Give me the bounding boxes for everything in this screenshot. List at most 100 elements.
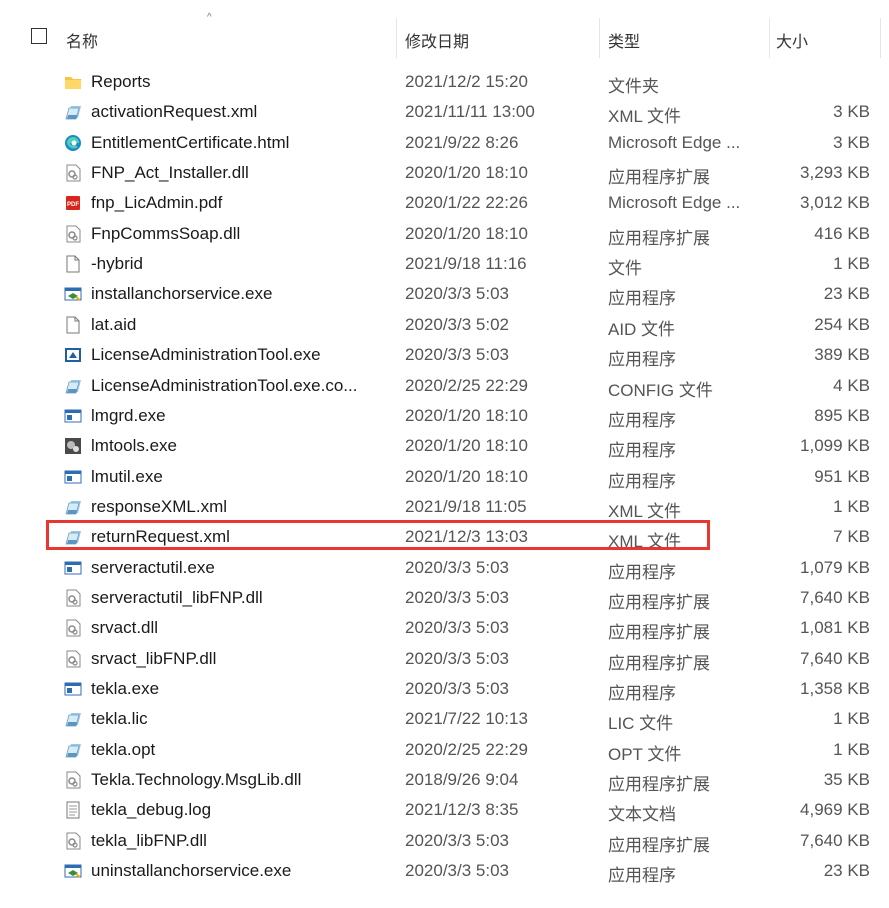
file-size: 951 KB [814, 466, 870, 486]
column-header-size[interactable]: 大小 [776, 28, 808, 52]
file-row[interactable]: lmtools.exe 2020/1/20 18:10 应用程序 1,099 KB [0, 431, 889, 461]
exe-icon [64, 680, 82, 698]
file-row[interactable]: serveractutil.exe 2020/3/3 5:03 应用程序 1,079 … [0, 553, 889, 583]
file-name: srvact.dll [91, 618, 159, 638]
file-date: 2020/1/20 18:10 [405, 223, 528, 243]
file-name: tekla.opt [91, 739, 156, 759]
file-type: 应用程序 [608, 866, 676, 886]
blank-file-icon [64, 255, 82, 273]
file-date: 2021/9/18 11:16 [405, 254, 527, 274]
file-size: 3 KB [833, 102, 870, 122]
file-date: 2018/9/26 9:04 [405, 770, 519, 790]
file-size: 3 KB [833, 132, 870, 152]
edge-icon [64, 134, 82, 152]
xml-file-icon [64, 528, 82, 546]
file-name: LicenseAdministrationTool.exe [91, 345, 321, 365]
file-name: FnpCommsSoap.dll [91, 223, 241, 243]
column-divider[interactable] [880, 18, 881, 58]
file-row[interactable]: tekla.opt 2020/2/25 22:29 OPT 文件 1 KB [0, 735, 889, 765]
file-type: 应用程序 [608, 562, 676, 582]
file-row[interactable]: lmgrd.exe 2020/1/20 18:10 应用程序 895 KB [0, 401, 889, 431]
file-type: Microsoft Edge ... [608, 193, 741, 213]
dll-icon [64, 832, 82, 850]
file-size: 4,969 KB [800, 800, 870, 820]
blank-file-icon [64, 316, 82, 334]
file-row[interactable]: Reports 2021/12/2 15:20 文件夹 [0, 67, 889, 97]
file-row[interactable]: FNP_Act_Installer.dll 2020/1/20 18:10 应用程序… [0, 158, 889, 188]
select-all-checkbox[interactable] [31, 28, 47, 44]
file-size: 7,640 KB [800, 830, 870, 850]
column-header-name[interactable]: 名称 [66, 28, 98, 52]
file-row[interactable]: -hybrid 2021/9/18 11:16 文件 1 KB [0, 249, 889, 279]
file-type: XML 文件 [608, 532, 682, 552]
file-size: 23 KB [823, 861, 870, 881]
file-type: 应用程序扩展 [608, 623, 710, 643]
file-size: 7,640 KB [800, 648, 870, 668]
file-name: uninstallanchorservice.exe [91, 861, 292, 881]
file-row[interactable]: PDF fnp_LicAdmin.pdf 2020/1/22 22:26 Micros… [0, 188, 889, 218]
file-type: 应用程序扩展 [608, 835, 710, 855]
file-row[interactable]: FnpCommsSoap.dll 2020/1/20 18:10 应用程序扩展 416… [0, 219, 889, 249]
file-type: 应用程序扩展 [608, 228, 710, 248]
file-row[interactable]: EntitlementCertificate.html 2021/9/22 8:2… [0, 128, 889, 158]
file-date: 2021/7/22 10:13 [405, 709, 528, 729]
file-size: 1,099 KB [800, 436, 870, 456]
license-tool-icon [64, 346, 82, 364]
column-header-bar: 名称 ^ 修改日期 类型 大小 [0, 0, 889, 70]
file-size: 23 KB [823, 284, 870, 304]
file-row[interactable]: responseXML.xml 2021/9/18 11:05 XML 文件 1 KB [0, 492, 889, 522]
file-date: 2020/3/3 5:03 [405, 557, 509, 577]
file-name: installanchorservice.exe [91, 284, 273, 304]
file-size: 7,640 KB [800, 587, 870, 607]
file-name: tekla.lic [91, 709, 148, 729]
dll-icon [64, 225, 82, 243]
file-name: LicenseAdministrationTool.exe.co... [91, 375, 358, 395]
file-name: tekla.exe [91, 679, 160, 698]
file-name: Tekla.Technology.MsgLib.dll [91, 770, 302, 790]
file-type: 应用程序 [608, 471, 676, 491]
file-date: 2020/3/3 5:03 [405, 618, 509, 638]
file-row[interactable]: activationRequest.xml 2021/11/11 13:00 XML… [0, 97, 889, 127]
sort-up-icon: ^ [207, 12, 212, 23]
file-row[interactable]: tekla.lic 2021/7/22 10:13 LIC 文件 1 KB [0, 704, 889, 734]
file-date: 2020/1/20 18:10 [405, 436, 528, 456]
file-row[interactable]: tekla_libFNP.dll 2020/3/3 5:03 应用程序扩展 7,640… [0, 826, 889, 856]
file-date: 2021/12/2 15:20 [405, 72, 528, 91]
file-row[interactable]: lat.aid 2020/3/3 5:02 AID 文件 254 KB [0, 310, 889, 340]
file-date: 2020/3/3 5:03 [405, 648, 509, 668]
dll-icon [64, 650, 82, 668]
column-divider[interactable] [599, 18, 600, 58]
file-size: 389 KB [814, 345, 870, 365]
file-row[interactable]: tekla.exe 2020/3/3 5:03 应用程序 1,358 KB [0, 674, 889, 704]
pdf-icon: PDF [64, 194, 82, 212]
file-size: 1 KB [833, 709, 870, 729]
column-divider[interactable] [769, 18, 770, 58]
column-divider[interactable] [396, 18, 397, 58]
file-row[interactable]: Tekla.Technology.MsgLib.dll 2018/9/26 9:0… [0, 765, 889, 795]
file-type: Microsoft Edge ... [608, 132, 741, 152]
file-row[interactable]: installanchorservice.exe 2020/3/3 5:03 应用程… [0, 279, 889, 309]
file-type: OPT 文件 [608, 744, 682, 764]
file-size: 416 KB [814, 223, 870, 243]
file-name: responseXML.xml [91, 496, 228, 516]
file-date: 2020/1/22 22:26 [405, 193, 528, 213]
file-row[interactable]: srvact.dll 2020/3/3 5:03 应用程序扩展 1,081 KB [0, 613, 889, 643]
column-header-date[interactable]: 修改日期 [405, 28, 469, 52]
file-name: lmtools.exe [91, 436, 177, 456]
file-row[interactable]: lmutil.exe 2020/1/20 18:10 应用程序 951 KB [0, 462, 889, 492]
file-name: lat.aid [91, 314, 137, 334]
file-row[interactable]: returnRequest.xml 2021/12/3 13:03 XML 文件 7 … [0, 522, 889, 552]
exe-icon [64, 407, 82, 425]
file-row[interactable]: LicenseAdministrationTool.exe.co... 2020/… [0, 371, 889, 401]
file-name: FNP_Act_Installer.dll [91, 163, 249, 183]
file-row[interactable]: tekla_debug.log 2021/12/3 8:35 文本文档 4,969 K… [0, 795, 889, 825]
file-row[interactable]: LicenseAdministrationTool.exe 2020/3/3 5:… [0, 340, 889, 370]
file-size: 7 KB [833, 527, 870, 547]
file-date: 2020/3/3 5:03 [405, 284, 509, 304]
file-type: 应用程序 [608, 410, 676, 430]
file-type: 应用程序 [608, 350, 676, 370]
file-row[interactable]: srvact_libFNP.dll 2020/3/3 5:03 应用程序扩展 7,64… [0, 644, 889, 674]
file-row[interactable]: uninstallanchorservice.exe 2020/3/3 5:03 应… [0, 856, 889, 886]
file-row[interactable]: serveractutil_libFNP.dll 2020/3/3 5:03 应用程… [0, 583, 889, 613]
column-header-type[interactable]: 类型 [608, 28, 640, 52]
